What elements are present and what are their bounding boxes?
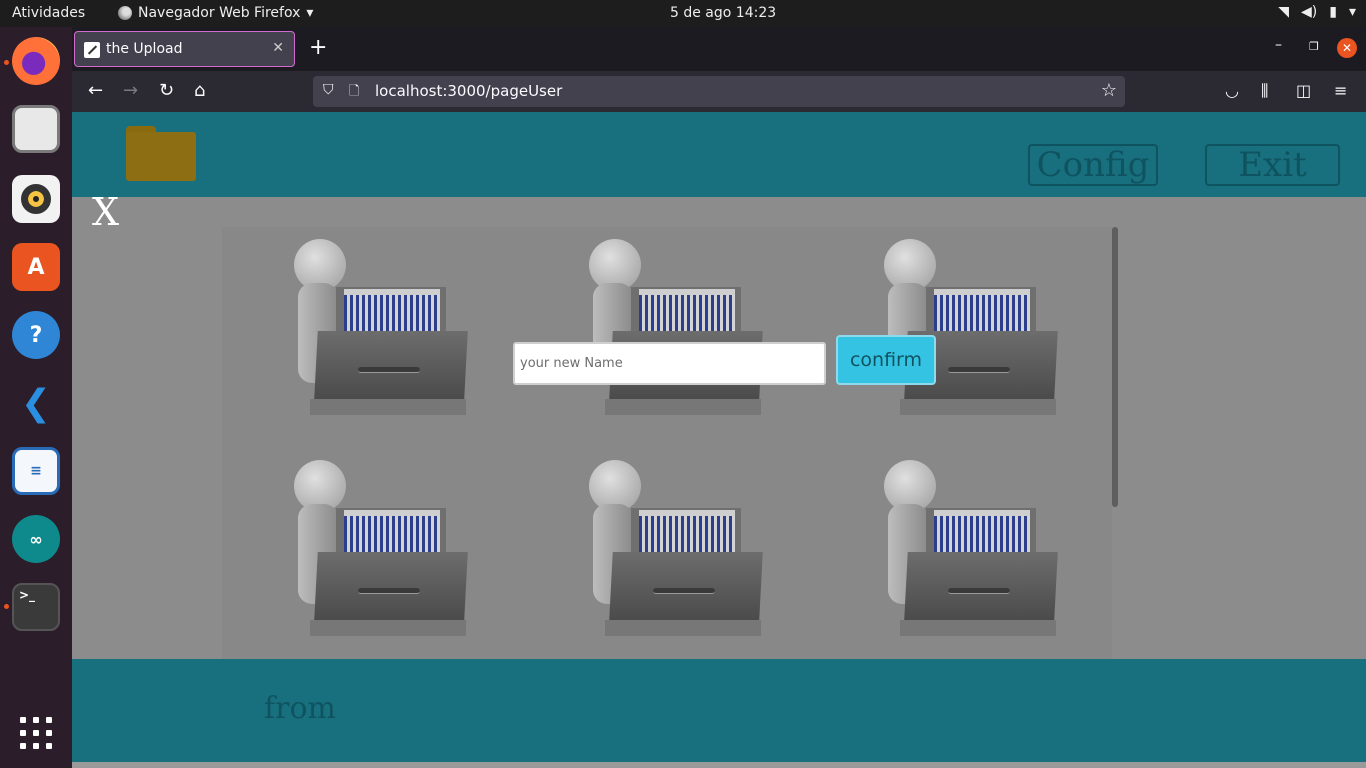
files-grid bbox=[222, 227, 1112, 659]
close-window-button[interactable]: ✕ bbox=[1337, 38, 1357, 58]
page-bottom-strip bbox=[72, 762, 1366, 768]
new-tab-button[interactable]: + bbox=[309, 35, 327, 60]
site-footer: from bbox=[72, 659, 1366, 762]
vscode-icon[interactable]: ❮ bbox=[12, 379, 60, 427]
rhythmbox-icon[interactable] bbox=[12, 175, 60, 223]
tracking-shield-icon[interactable]: ⛉ bbox=[323, 82, 334, 98]
exit-button[interactable]: Exit bbox=[1205, 144, 1340, 186]
file-cabinet-image[interactable] bbox=[876, 239, 1058, 419]
power-menu-icon: ▾ bbox=[1348, 4, 1356, 20]
writer-icon[interactable]: ≡ bbox=[12, 447, 60, 495]
minimize-window-button[interactable]: – bbox=[1275, 37, 1282, 53]
close-overlay-button[interactable]: X bbox=[92, 190, 119, 234]
volume-icon: ◀) bbox=[1301, 4, 1318, 20]
navigation-toolbar: ← → ↻ ⌂ ⛉ 🗋 localhost:3000/pageUser ☆ ◡ … bbox=[72, 71, 1366, 112]
apps-grid-icon[interactable] bbox=[20, 717, 52, 749]
arduino-icon[interactable]: ∞ bbox=[12, 515, 60, 563]
firefox-window: the Upload ✕ + – ❐ ✕ ← → ↻ ⌂ ⛉ 🗋 localho… bbox=[72, 27, 1366, 768]
back-button[interactable]: ← bbox=[88, 80, 103, 101]
restore-window-button[interactable]: ❐ bbox=[1309, 40, 1319, 53]
forward-button[interactable]: → bbox=[123, 80, 138, 101]
footer-from-text: from bbox=[264, 691, 336, 726]
dock-active-indicator bbox=[4, 604, 9, 609]
file-cabinet-image[interactable] bbox=[286, 239, 468, 419]
close-tab-icon[interactable]: ✕ bbox=[272, 40, 284, 56]
file-cabinet-image[interactable] bbox=[286, 460, 468, 640]
pocket-icon[interactable]: ◡ bbox=[1225, 81, 1239, 100]
file-cabinet-image[interactable] bbox=[876, 460, 1058, 640]
app-menu-label: Navegador Web Firefox bbox=[138, 5, 301, 21]
chevron-down-icon: ▾ bbox=[306, 5, 314, 21]
terminal-icon[interactable]: >_ bbox=[12, 583, 60, 631]
software-icon[interactable]: A bbox=[12, 243, 60, 291]
folder-icon[interactable] bbox=[126, 126, 196, 181]
config-button[interactable]: Config bbox=[1028, 144, 1158, 186]
tab-title: the Upload bbox=[106, 41, 183, 57]
bookmark-star-icon[interactable]: ☆ bbox=[1101, 80, 1117, 101]
firefox-small-icon bbox=[118, 6, 132, 20]
site-header: Config Exit bbox=[72, 112, 1366, 197]
new-name-input[interactable] bbox=[513, 342, 826, 385]
files-icon[interactable] bbox=[12, 105, 60, 153]
page-info-icon[interactable]: 🗋 bbox=[349, 82, 359, 104]
help-icon[interactable]: ? bbox=[12, 311, 60, 359]
home-button[interactable]: ⌂ bbox=[194, 80, 205, 101]
file-cabinet-image[interactable] bbox=[581, 460, 763, 640]
sidebar-icon[interactable]: ◫ bbox=[1296, 81, 1311, 100]
dock: A ? ❮ ≡ ∞ >_ bbox=[0, 27, 72, 768]
library-icon[interactable]: ⫼ bbox=[1261, 81, 1268, 101]
reload-button[interactable]: ↻ bbox=[159, 80, 174, 101]
activities-button[interactable]: Atividades bbox=[12, 5, 85, 21]
wifi-icon: ◥ bbox=[1278, 4, 1290, 20]
tab-strip: the Upload ✕ + – ❐ ✕ bbox=[72, 27, 1366, 71]
grid-scrollbar[interactable] bbox=[1112, 227, 1118, 507]
url-bar[interactable]: ⛉ 🗋 localhost:3000/pageUser ☆ bbox=[313, 76, 1125, 107]
url-text[interactable]: localhost:3000/pageUser bbox=[375, 82, 562, 100]
app-menu[interactable]: Navegador Web Firefox ▾ bbox=[118, 5, 313, 21]
firefox-icon[interactable] bbox=[12, 37, 60, 85]
system-top-bar: Atividades Navegador Web Firefox ▾ 5 de … bbox=[0, 0, 1366, 27]
web-page: Config Exit X confir bbox=[72, 112, 1366, 768]
tab-favicon-icon bbox=[84, 42, 100, 58]
confirm-button[interactable]: confirm bbox=[836, 335, 936, 385]
dock-active-indicator bbox=[4, 60, 9, 65]
clock[interactable]: 5 de ago 14:23 bbox=[670, 5, 776, 21]
system-tray[interactable]: ◥ ◀) ▮ ▾ bbox=[1278, 4, 1356, 20]
file-cabinet-image[interactable] bbox=[581, 239, 763, 419]
tab-the-upload[interactable]: the Upload ✕ bbox=[74, 31, 295, 67]
menu-icon[interactable]: ≡ bbox=[1334, 81, 1347, 100]
battery-icon: ▮ bbox=[1329, 4, 1337, 20]
